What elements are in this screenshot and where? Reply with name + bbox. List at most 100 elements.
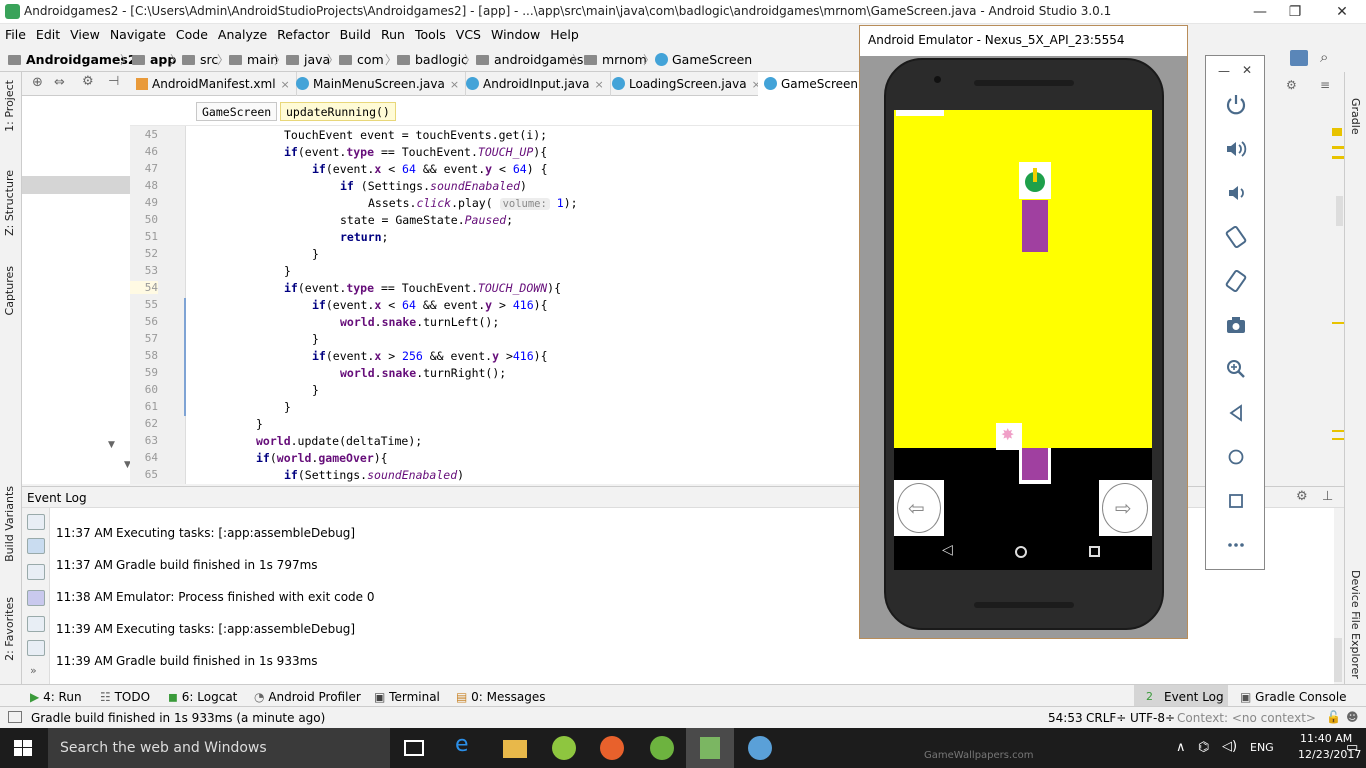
tab-androidinput[interactable]: AndroidInput.java × <box>460 72 611 96</box>
overview-icon[interactable] <box>1223 488 1249 514</box>
user-icon[interactable]: ☻ <box>1346 710 1359 724</box>
settings-wrench-icon[interactable] <box>27 514 45 530</box>
turn-left-button[interactable]: ⇦ <box>894 480 944 536</box>
tool-captures[interactable]: Captures <box>3 266 16 315</box>
tool-todo[interactable]: ☷ TODO <box>100 690 150 704</box>
checkbox-icon[interactable] <box>27 616 45 632</box>
menu-vcs[interactable]: VCS <box>451 24 486 42</box>
tool-build-variants[interactable]: Build Variants <box>3 486 16 562</box>
clock-time[interactable]: 11:40 AM <box>1300 732 1352 745</box>
menu-navigate[interactable]: Navigate <box>105 24 171 42</box>
close-tab-icon[interactable]: × <box>450 78 459 91</box>
tab-loadingscreen[interactable]: LoadingScreen.java × <box>606 72 768 96</box>
tray-chevron-icon[interactable]: ∧ <box>1176 740 1186 755</box>
method-chip[interactable]: updateRunning() <box>280 102 396 121</box>
breadcrumb-badlogic[interactable]: badlogic <box>397 52 468 67</box>
tab-mainmenuscreen[interactable]: MainMenuScreen.java × <box>290 72 467 96</box>
menu-file[interactable]: File <box>0 24 31 42</box>
close-icon[interactable]: ✕ <box>1242 63 1252 77</box>
tool-favorites[interactable]: 2: Favorites <box>3 597 16 661</box>
turn-right-button[interactable]: ⇨ <box>1099 480 1152 536</box>
taskbar-search[interactable]: Search the web and Windows <box>48 728 390 768</box>
sync-icon[interactable]: ⊕ <box>32 75 43 90</box>
project-structure-icon[interactable] <box>1290 50 1308 66</box>
breadcrumb-java[interactable]: java <box>286 52 330 67</box>
class-chip[interactable]: GameScreen <box>196 102 278 121</box>
taskbar-active-app[interactable] <box>686 728 734 768</box>
nav-recents-icon[interactable] <box>1089 546 1100 557</box>
volume-icon[interactable]: ◁) <box>1222 739 1237 754</box>
breadcrumb-src[interactable]: src <box>182 52 218 67</box>
breadcrumb-mrnom[interactable]: mrnom <box>584 52 647 67</box>
notifications-icon[interactable]: ▭ <box>1346 740 1358 755</box>
panel-toggle-icon[interactable] <box>8 711 22 723</box>
menu-run[interactable]: Run <box>376 24 410 42</box>
nav-back-icon[interactable]: ◁ <box>942 542 953 558</box>
tool-profiler[interactable]: ◔ Android Profiler <box>254 690 361 704</box>
windows-start-icon[interactable] <box>14 740 32 756</box>
breadcrumb-com[interactable]: com <box>339 52 384 67</box>
close-tab-icon[interactable]: × <box>594 78 603 91</box>
collapse-icon[interactable]: ⇔ <box>54 75 65 90</box>
volume-up-icon[interactable] <box>1223 136 1249 162</box>
tab-list-icon[interactable]: ≡ <box>1320 78 1330 92</box>
tool-structure[interactable]: Z: Structure <box>3 170 16 236</box>
breadcrumb-gamescreen[interactable]: GameScreen <box>655 52 752 67</box>
edge-icon[interactable]: e <box>455 732 479 757</box>
rotate-right-icon[interactable] <box>1223 268 1249 294</box>
menu-analyze[interactable]: Analyze <box>213 24 272 42</box>
android-icon[interactable] <box>650 736 674 760</box>
settings-icon[interactable]: ⚙ <box>1286 78 1297 92</box>
menu-tools[interactable]: Tools <box>410 24 451 42</box>
rotate-left-icon[interactable] <box>1223 224 1249 250</box>
breadcrumb-main[interactable]: main <box>229 52 278 67</box>
close-button[interactable]: ✕ <box>1327 2 1357 22</box>
zoom-icon[interactable] <box>1223 356 1249 382</box>
caret-position[interactable]: 54:53 <box>1048 711 1083 725</box>
breadcrumb-androidgames[interactable]: androidgames <box>476 52 583 67</box>
camera-screenshot-icon[interactable] <box>1223 312 1249 338</box>
tool-run[interactable]: ▶ 4: Run <box>30 690 82 704</box>
volume-down-icon[interactable] <box>1223 180 1249 206</box>
context-indicator[interactable]: Context: <no context> <box>1177 711 1316 725</box>
minimize-button[interactable]: — <box>1245 2 1275 22</box>
maximize-button[interactable]: ❐ <box>1280 2 1310 22</box>
tool-project[interactable]: 1: Project <box>3 80 16 132</box>
task-view-icon[interactable] <box>404 740 424 756</box>
speech-bubble-icon[interactable] <box>27 538 45 554</box>
layout-icon[interactable] <box>27 564 45 580</box>
minimize-icon[interactable]: — <box>1218 64 1230 78</box>
language-indicator[interactable]: ENG <box>1250 741 1274 754</box>
menu-help[interactable]: Help <box>545 24 584 42</box>
line-separator[interactable]: CRLF÷ <box>1086 711 1126 725</box>
tree-selected-row[interactable] <box>22 176 130 194</box>
breadcrumb-project[interactable]: Androidgames2 <box>8 52 137 67</box>
tool-logcat[interactable]: ◼ 6: Logcat <box>168 690 237 704</box>
lock-icon[interactable]: 🔓 <box>1326 710 1341 724</box>
gear-icon[interactable]: ⚙ <box>82 74 94 89</box>
menu-window[interactable]: Window <box>486 24 545 42</box>
menu-refactor[interactable]: Refactor <box>272 24 334 42</box>
editor-scrollbar[interactable] <box>1336 196 1343 226</box>
close-tab-icon[interactable]: × <box>281 78 290 91</box>
power-icon[interactable] <box>1223 92 1249 118</box>
file-explorer-icon[interactable] <box>503 740 527 758</box>
device-screen[interactable]: ✸ ⇦ ⇨ ◁ <box>894 110 1152 570</box>
file-encoding[interactable]: UTF-8÷ <box>1130 711 1175 725</box>
trash-icon[interactable] <box>27 640 45 656</box>
search-icon[interactable]: ⌕ <box>1320 48 1328 66</box>
menu-code[interactable]: Code <box>171 24 213 42</box>
game-play-area[interactable] <box>894 110 1152 448</box>
tab-androidmanifest[interactable]: AndroidManifest.xml × <box>130 72 297 96</box>
scrollbar[interactable] <box>1334 638 1342 682</box>
menu-build[interactable]: Build <box>335 24 376 42</box>
pause-button-edge[interactable] <box>896 110 944 116</box>
app-icon-orange[interactable] <box>600 736 624 760</box>
tool-gradle[interactable]: Gradle <box>1349 98 1362 135</box>
tool-terminal[interactable]: ▣ Terminal <box>374 690 440 704</box>
paint-icon[interactable] <box>748 736 772 760</box>
more-icon[interactable]: » <box>30 664 37 677</box>
menu-edit[interactable]: Edit <box>31 24 65 42</box>
expand-arrow-icon[interactable]: ▼ <box>108 440 115 450</box>
home-icon[interactable] <box>1223 444 1249 470</box>
